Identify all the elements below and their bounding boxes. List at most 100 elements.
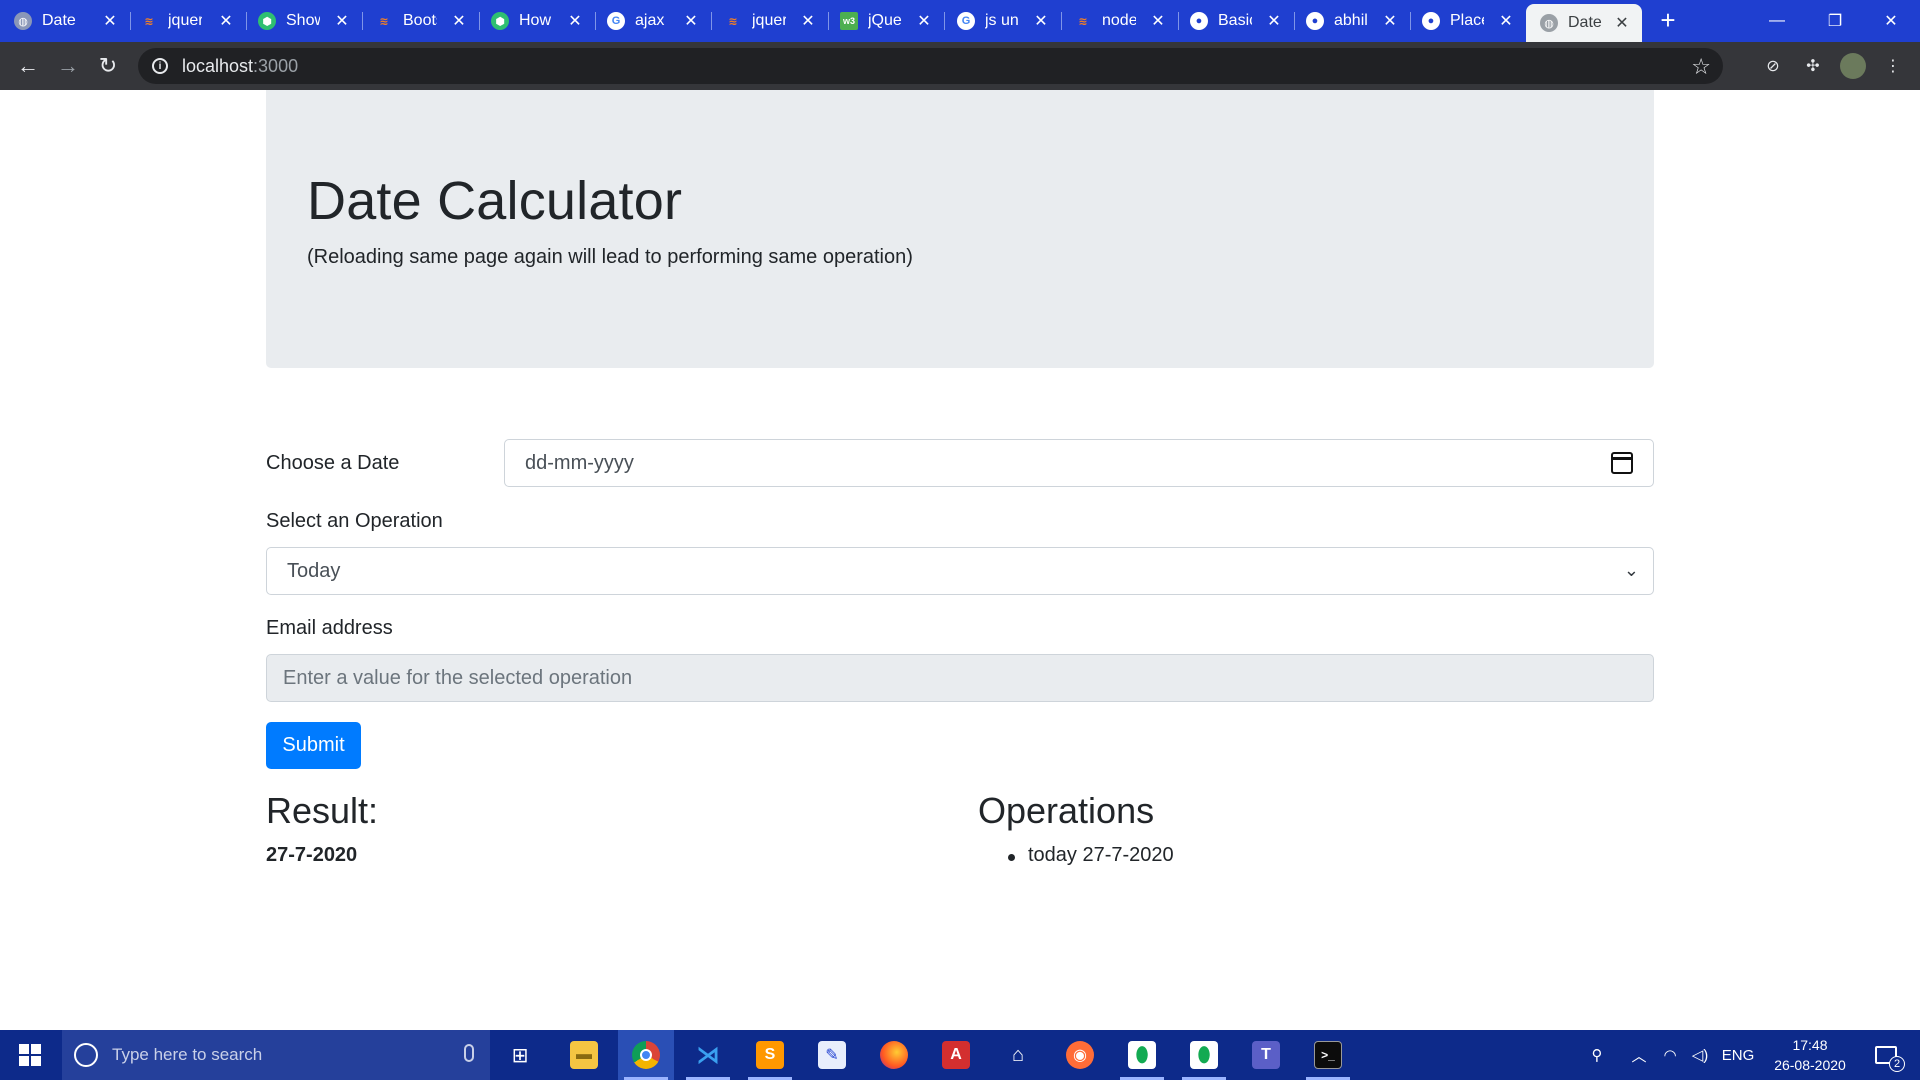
tab-node[interactable]: ≋ node ✕ [1074, 0, 1178, 42]
tab-basic[interactable]: ● Basic ✕ [1190, 0, 1294, 42]
restore-button[interactable]: ❐ [1806, 0, 1864, 42]
postman-icon: ◉ [1066, 1041, 1094, 1069]
tab-ajax[interactable]: G ajax - ✕ [607, 0, 711, 42]
file-explorer-app[interactable]: ▬ [556, 1030, 612, 1080]
page-title: Date Calculator [307, 171, 683, 231]
volume-icon[interactable]: ◁) [1686, 1030, 1714, 1080]
mongodb-compass-app[interactable]: ⬮ [1114, 1030, 1170, 1080]
submit-button[interactable]: Submit [266, 722, 361, 769]
tab-separator [1061, 12, 1062, 30]
tab-date[interactable]: ◍ Date ✕ [14, 0, 130, 42]
terminal-app[interactable]: >_ [1300, 1030, 1356, 1080]
notification-center-button[interactable]: 2 [1864, 1030, 1908, 1080]
operations-heading: Operations [978, 790, 1155, 831]
close-icon[interactable]: ✕ [1496, 11, 1516, 31]
start-button[interactable] [0, 1030, 60, 1080]
stackoverflow-icon: ≋ [1078, 15, 1088, 28]
google-icon: G [957, 12, 975, 30]
calendar-icon[interactable] [1611, 452, 1633, 474]
mongodb-leaf-icon: ⬮ [1190, 1041, 1218, 1069]
back-button[interactable]: ← [14, 52, 42, 80]
value-input[interactable]: Enter a value for the selected operation [266, 654, 1654, 702]
network-icon: ⌂ [1011, 1043, 1025, 1066]
value-label: Email address [266, 617, 393, 639]
people-icon[interactable]: ⚲ [1582, 1030, 1612, 1080]
tab-how[interactable]: ⬢ How ✕ [491, 0, 595, 42]
teams-app[interactable]: T [1238, 1030, 1294, 1080]
tab-place[interactable]: ● Place ✕ [1422, 0, 1526, 42]
date-placeholder: dd-mm-yyyy [525, 451, 634, 474]
teams-icon: T [1252, 1041, 1280, 1069]
tab-jquer-w3[interactable]: w3 jQuer ✕ [840, 0, 944, 42]
close-icon[interactable]: ✕ [1264, 11, 1284, 31]
language-indicator[interactable]: ENG [1718, 1030, 1758, 1080]
close-icon[interactable]: ✕ [798, 11, 818, 31]
date-input[interactable]: dd-mm-yyyy [504, 439, 1654, 487]
operation-label: Select an Operation [266, 510, 443, 532]
close-icon[interactable]: ✕ [332, 11, 352, 31]
tab-separator [246, 12, 247, 30]
stackoverflow-icon: ≋ [728, 15, 738, 28]
close-window-button[interactable]: ✕ [1862, 0, 1920, 42]
stackoverflow-icon: ≋ [144, 15, 154, 28]
minimize-button[interactable]: — [1748, 0, 1806, 42]
mongodb-leaf-icon: ⬮ [1128, 1041, 1156, 1069]
mongodb-app[interactable]: ⬮ [1176, 1030, 1232, 1080]
tab-jquery-2[interactable]: ≋ jquery ✕ [724, 0, 828, 42]
firefox-app[interactable] [866, 1030, 922, 1080]
tab-abhil[interactable]: ● abhil ✕ [1306, 0, 1410, 42]
profile-avatar[interactable] [1840, 53, 1866, 79]
page-subtitle: (Reloading same page again will lead to … [307, 246, 913, 268]
microphone-icon[interactable] [464, 1044, 474, 1062]
close-icon[interactable]: ✕ [1148, 11, 1168, 31]
tab-separator [1178, 12, 1179, 30]
tab-show[interactable]: ⬢ Show ✕ [258, 0, 362, 42]
value-placeholder: Enter a value for the selected operation [283, 666, 633, 689]
chevron-up-icon[interactable]: ︿ [1626, 1030, 1652, 1080]
menu-dots-icon[interactable]: ⋮ [1880, 53, 1906, 79]
taskbar-search[interactable]: Type here to search [62, 1030, 490, 1080]
reload-button[interactable]: ↻ [94, 52, 122, 80]
clock-date: 26-08-2020 [1774, 1057, 1846, 1073]
close-icon[interactable]: ✕ [565, 11, 585, 31]
windows-logo-icon [19, 1044, 41, 1066]
close-icon[interactable]: ✕ [681, 11, 701, 31]
sublime-app[interactable]: S [742, 1030, 798, 1080]
info-icon[interactable]: i [152, 58, 168, 74]
vscode-app[interactable]: ⋊ [680, 1030, 736, 1080]
tab-boots[interactable]: ≋ Boots ✕ [375, 0, 479, 42]
tab-separator [828, 12, 829, 30]
network-app[interactable]: ⌂ [990, 1030, 1046, 1080]
page-viewport: Date Calculator (Reloading same page aga… [0, 90, 1920, 1030]
new-tab-button[interactable]: + [1655, 7, 1681, 34]
address-bar[interactable]: i localhost:3000 ☆ [138, 48, 1723, 84]
close-icon[interactable]: ✕ [1380, 11, 1400, 31]
github-icon: ● [1190, 12, 1208, 30]
task-view-button[interactable]: ⊞ [492, 1030, 548, 1080]
tab-date-active[interactable]: ◍ Date ✕ [1526, 4, 1642, 42]
clock[interactable]: 17:48 26-08-2020 [1760, 1035, 1860, 1075]
chrome-app[interactable] [618, 1030, 674, 1080]
bookmark-star-icon[interactable]: ☆ [1691, 54, 1711, 80]
tab-jquery[interactable]: ≋ jquery ✕ [140, 0, 246, 42]
close-icon[interactable]: ✕ [1612, 13, 1632, 33]
acrobat-app[interactable]: A [928, 1030, 984, 1080]
operation-select[interactable]: Today ⌄ [266, 547, 1654, 595]
operation-selected-value: Today [287, 559, 341, 582]
close-icon[interactable]: ✕ [914, 11, 934, 31]
stackoverflow-icon: ≋ [379, 15, 389, 28]
block-extension-icon[interactable]: ⊘ [1760, 53, 1786, 79]
extensions-puzzle-icon[interactable]: ✣ [1800, 53, 1826, 79]
browser-toolbar: ← → ↻ i localhost:3000 ☆ ⊘ ✣ ⋮ [0, 42, 1920, 90]
postman-app[interactable]: ◉ [1052, 1030, 1108, 1080]
operations-list: today 27-7-2020 [1004, 844, 1174, 867]
editor-app[interactable]: ✎ [804, 1030, 860, 1080]
wifi-icon[interactable]: ◠ [1656, 1030, 1684, 1080]
close-icon[interactable]: ✕ [449, 11, 469, 31]
forward-button[interactable]: → [54, 52, 82, 80]
tab-js-uns[interactable]: G js uns ✕ [957, 0, 1061, 42]
close-icon[interactable]: ✕ [100, 11, 120, 31]
close-icon[interactable]: ✕ [216, 11, 236, 31]
tab-separator [1294, 12, 1295, 30]
close-icon[interactable]: ✕ [1031, 11, 1051, 31]
